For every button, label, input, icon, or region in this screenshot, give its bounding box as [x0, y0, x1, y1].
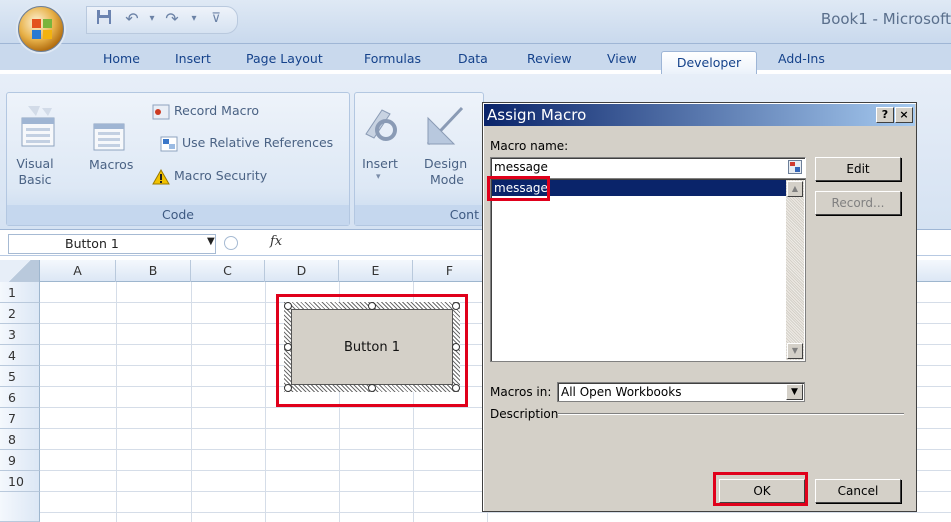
expand-formula-icon[interactable] [224, 236, 238, 250]
column-header-a[interactable]: A [40, 260, 116, 282]
code-group-label: Code [7, 205, 349, 225]
visual-basic-icon[interactable] [18, 104, 60, 148]
row-header-10[interactable]: 10 [0, 471, 40, 492]
range-reference-icon[interactable] [788, 160, 802, 174]
macro-security-button[interactable]: Macro Security [152, 166, 267, 186]
scroll-down-icon[interactable]: ▼ [787, 343, 803, 359]
use-relative-references-label: Use Relative References [182, 135, 334, 150]
tab-add-ins[interactable]: Add-Ins [778, 48, 825, 70]
design-mode-button[interactable]: Design Mode [424, 156, 467, 188]
redo-dropdown-icon[interactable]: ▾ [182, 8, 206, 30]
column-header-e[interactable]: E [339, 260, 413, 282]
customize-qat-icon[interactable]: ⊽ [204, 8, 228, 30]
macros-button[interactable]: Macros [89, 157, 133, 173]
description-label: Description [490, 407, 559, 421]
visual-basic-button[interactable]: Visual Basic [12, 156, 58, 188]
macro-list[interactable] [490, 178, 806, 362]
relative-references-icon [160, 136, 178, 152]
controls-group-label: Cont [355, 205, 483, 225]
column-header-d[interactable]: D [265, 260, 339, 282]
name-box[interactable]: Button 1 [8, 234, 216, 254]
record-macro-label: Record Macro [174, 103, 259, 118]
grid-line [40, 512, 951, 513]
grid-line [191, 282, 192, 522]
tab-home[interactable]: Home [103, 48, 140, 70]
column-header-f[interactable]: F [413, 260, 487, 282]
tab-view[interactable]: View [607, 48, 637, 70]
description-separator [558, 413, 904, 415]
office-button[interactable] [18, 6, 64, 52]
row-header-1[interactable]: 1 [0, 282, 40, 303]
column-header-c[interactable]: C [191, 260, 265, 282]
tab-page-layout[interactable]: Page Layout [246, 48, 323, 70]
column-header-b[interactable]: B [116, 260, 191, 282]
row-header-6[interactable]: 6 [0, 387, 40, 408]
warning-icon [152, 168, 170, 185]
tab-developer[interactable]: Developer [661, 51, 757, 75]
close-button[interactable]: × [895, 107, 913, 123]
scroll-up-icon[interactable]: ▲ [787, 181, 803, 197]
cancel-button[interactable]: Cancel [815, 479, 901, 503]
row-header-3[interactable]: 3 [0, 324, 40, 345]
macros-in-select[interactable]: All Open Workbooks [557, 382, 805, 402]
dialog-title: Assign Macro [487, 106, 587, 124]
macros-in-dropdown-icon[interactable]: ▼ [786, 384, 803, 400]
record-button[interactable]: Record... [815, 191, 901, 215]
macros-in-label: Macros in: [490, 385, 552, 399]
tab-formulas[interactable]: Formulas [364, 48, 421, 70]
tab-review[interactable]: Review [527, 48, 572, 70]
insert-controls-button[interactable]: Insert [361, 156, 399, 172]
record-macro-icon [152, 104, 170, 120]
macro-list-scrollbar[interactable] [786, 180, 804, 360]
tab-data[interactable]: Data [458, 48, 488, 70]
row-header-7[interactable]: 7 [0, 408, 40, 429]
select-all-corner[interactable] [0, 260, 40, 282]
macros-icon[interactable] [92, 116, 134, 160]
insert-dropdown-icon[interactable]: ▾ [376, 172, 381, 182]
window-title: Book1 - Microsoft [820, 10, 951, 28]
use-relative-references-button[interactable]: Use Relative References [160, 133, 333, 153]
insert-controls-icon[interactable] [360, 104, 402, 148]
name-box-dropdown-icon[interactable]: ▼ [207, 236, 215, 247]
help-button[interactable]: ? [876, 107, 894, 123]
highlight-box-ok [713, 472, 808, 506]
office-logo-icon [32, 19, 52, 39]
insert-function-icon[interactable]: fx [270, 234, 282, 249]
row-header-8[interactable]: 8 [0, 429, 40, 450]
row-header-5[interactable]: 5 [0, 366, 40, 387]
edit-button[interactable]: Edit [815, 157, 901, 181]
macro-name-input[interactable]: message [490, 157, 806, 178]
tab-insert[interactable]: Insert [175, 48, 211, 70]
row-header-11[interactable] [0, 492, 40, 522]
row-header-4[interactable]: 4 [0, 345, 40, 366]
grid-line [265, 282, 266, 522]
row-header-2[interactable]: 2 [0, 303, 40, 324]
highlight-box-macro [487, 176, 550, 201]
design-mode-icon[interactable] [424, 104, 466, 148]
highlight-box-button [276, 294, 468, 407]
grid-line [116, 282, 117, 522]
save-icon[interactable] [92, 8, 116, 30]
record-macro-button[interactable]: Record Macro [152, 101, 259, 121]
macro-security-label: Macro Security [174, 168, 268, 183]
redo-icon[interactable]: ↷ [160, 8, 184, 30]
macro-name-label: Macro name: [490, 139, 569, 153]
row-header-9[interactable]: 9 [0, 450, 40, 471]
